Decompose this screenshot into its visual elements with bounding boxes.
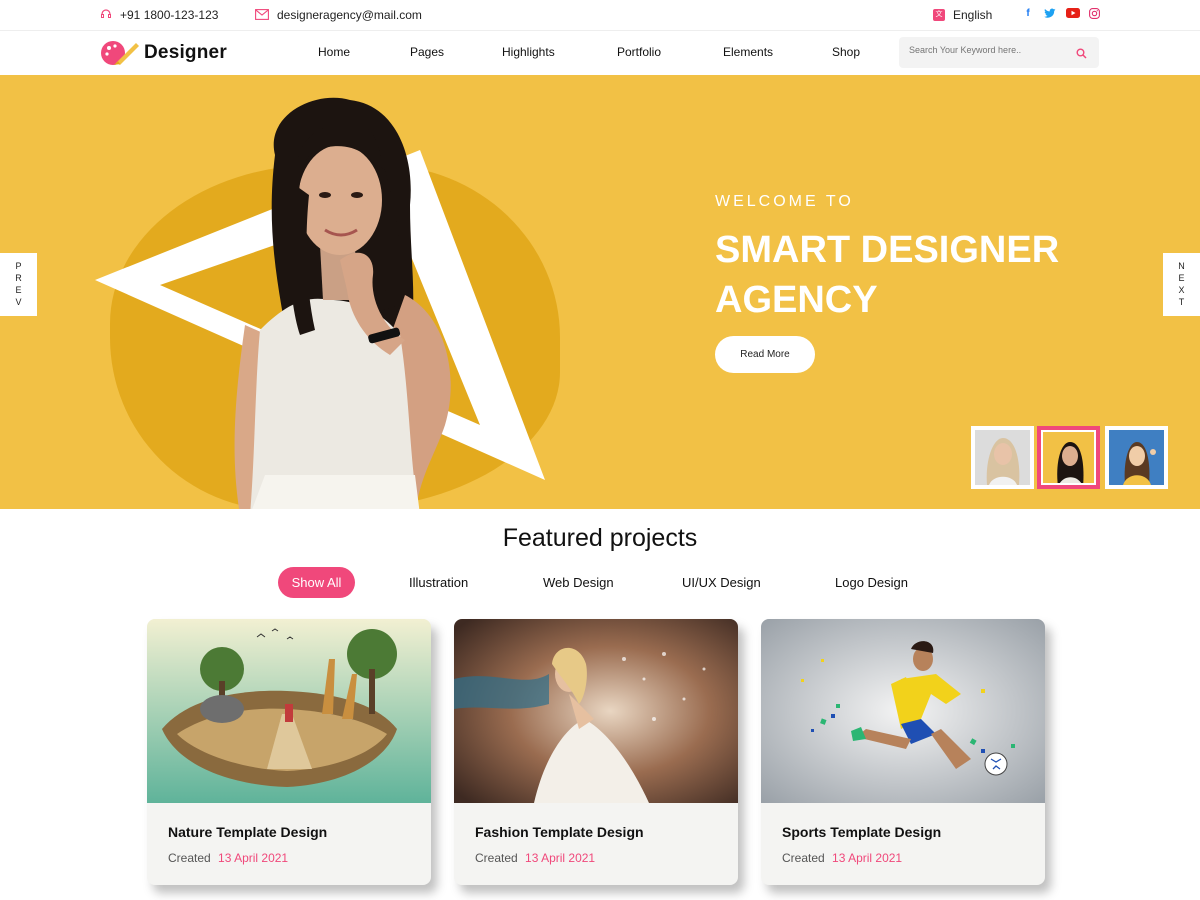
- email-address: designeragency@mail.com: [277, 8, 422, 22]
- hero-headline: SMART DESIGNER AGENCY: [715, 229, 1060, 321]
- next-letter: E: [1178, 273, 1185, 283]
- translate-icon: 文: [933, 9, 945, 21]
- next-letter: X: [1178, 285, 1185, 295]
- search-box: [899, 37, 1099, 68]
- created-date: 13 April 2021: [218, 851, 289, 865]
- created-date: 13 April 2021: [525, 851, 596, 865]
- mail-icon: [255, 8, 269, 22]
- slide-thumbnail-2[interactable]: [1037, 426, 1100, 489]
- email-contact[interactable]: designeragency@mail.com: [255, 8, 422, 22]
- slide-thumbnail-1[interactable]: [971, 426, 1034, 489]
- palette-icon: [100, 39, 140, 67]
- project-card-nature[interactable]: Nature Template Design Created 13 April …: [147, 619, 431, 885]
- read-more-button[interactable]: Read More: [715, 336, 815, 373]
- nav-item-shop[interactable]: Shop: [832, 45, 860, 59]
- search-input[interactable]: [909, 45, 1069, 55]
- project-meta: Created 13 April 2021: [782, 851, 902, 865]
- language-label: English: [953, 8, 993, 22]
- created-label: Created: [475, 851, 518, 865]
- phone-contact[interactable]: +91 1800-123-123: [100, 8, 218, 22]
- project-image: [147, 619, 431, 803]
- filter-web-design[interactable]: Web Design: [543, 567, 614, 598]
- project-card-fashion[interactable]: Fashion Template Design Created 13 April…: [454, 619, 738, 885]
- headset-icon: [100, 8, 112, 22]
- filter-uiux-design[interactable]: UI/UX Design: [682, 567, 761, 598]
- hero-welcome: WELCOME TO: [715, 193, 854, 210]
- logo-text: Designer: [144, 42, 227, 63]
- twitter-icon[interactable]: [1044, 8, 1056, 20]
- featured-title: Featured projects: [502, 524, 698, 552]
- nav-item-portfolio[interactable]: Portfolio: [617, 45, 661, 59]
- slide-thumbnail-3[interactable]: [1105, 426, 1168, 489]
- project-meta: Created 13 April 2021: [475, 851, 595, 865]
- nav-item-home[interactable]: Home: [318, 45, 350, 59]
- filter-show-all[interactable]: Show All: [278, 567, 355, 598]
- hero-slider: WELCOME TO SMART DESIGNER AGENCY Read Mo…: [0, 75, 1200, 509]
- filter-illustration[interactable]: Illustration: [409, 567, 468, 598]
- language-selector[interactable]: 文 English: [933, 8, 992, 22]
- youtube-icon[interactable]: [1066, 8, 1080, 20]
- main-navigation: Designer Home Pages Highlights Portfolio…: [0, 31, 1200, 75]
- instagram-icon[interactable]: [1088, 8, 1100, 20]
- prev-button[interactable]: P R E V: [0, 253, 37, 316]
- project-title: Nature Template Design: [168, 824, 328, 840]
- top-bar: +91 1800-123-123 designeragency@mail.com…: [0, 0, 1200, 31]
- next-letter: T: [1178, 297, 1185, 307]
- thumbnail-image: [975, 430, 1030, 485]
- nav-item-elements[interactable]: Elements: [723, 45, 773, 59]
- project-card-sports[interactable]: Sports Template Design Created 13 April …: [761, 619, 1045, 885]
- prev-letter: V: [15, 297, 22, 307]
- project-title: Sports Template Design: [782, 824, 942, 840]
- thumbnail-image: [1109, 430, 1164, 485]
- created-label: Created: [782, 851, 825, 865]
- created-date: 13 April 2021: [832, 851, 903, 865]
- nav-item-highlights[interactable]: Highlights: [502, 45, 555, 59]
- project-meta: Created 13 April 2021: [168, 851, 288, 865]
- search-icon[interactable]: [1076, 46, 1087, 59]
- nav-item-pages[interactable]: Pages: [410, 45, 444, 59]
- project-filters: Show All Illustration Web Design UI/UX D…: [0, 567, 1200, 598]
- model-photo: [234, 97, 451, 509]
- next-button[interactable]: N E X T: [1163, 253, 1200, 316]
- project-title: Fashion Template Design: [475, 824, 644, 840]
- prev-letter: E: [15, 285, 22, 295]
- next-letter: N: [1178, 261, 1185, 271]
- project-image: [761, 619, 1045, 803]
- filter-logo-design[interactable]: Logo Design: [835, 567, 908, 598]
- site-logo[interactable]: Designer: [100, 39, 227, 67]
- prev-letter: P: [15, 261, 22, 271]
- created-label: Created: [168, 851, 211, 865]
- prev-letter: R: [15, 273, 22, 283]
- facebook-icon[interactable]: f: [1022, 8, 1034, 20]
- phone-number: +91 1800-123-123: [120, 8, 219, 22]
- project-image: [454, 619, 738, 803]
- thumbnail-image: [1043, 432, 1094, 483]
- social-links: f: [1022, 8, 1100, 20]
